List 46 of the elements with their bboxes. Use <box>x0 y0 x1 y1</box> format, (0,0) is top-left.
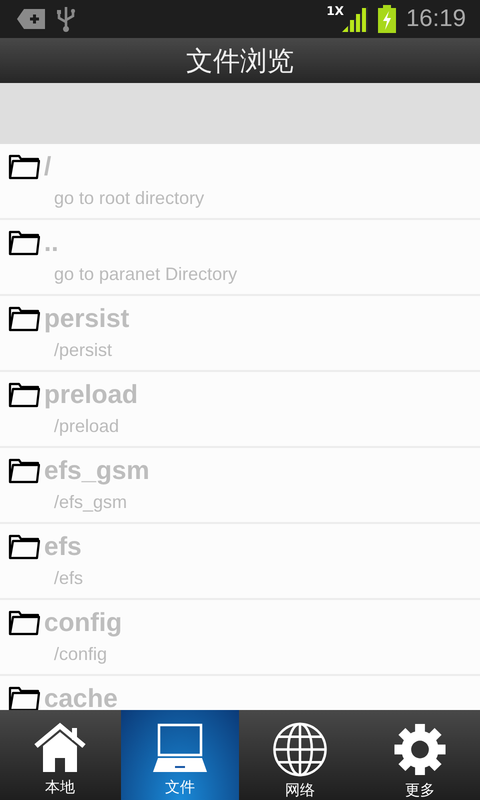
folder-icon <box>8 456 40 484</box>
folder-icon <box>8 228 40 256</box>
folder-path: go to root directory <box>54 188 204 209</box>
folder-row[interactable]: .. go to paranet Directory <box>0 220 480 296</box>
house-icon <box>32 722 88 774</box>
nav-tab[interactable]: 更多 <box>361 710 479 800</box>
folder-row[interactable]: / go to root directory <box>0 144 480 220</box>
usb-icon <box>56 5 76 33</box>
nav-tab[interactable]: 网络 <box>241 710 359 800</box>
folder-icon <box>8 684 40 710</box>
folder-row[interactable]: efs_gsm /efs_gsm <box>0 448 480 524</box>
folder-row[interactable]: persist /persist <box>0 296 480 372</box>
folder-path: /preload <box>54 416 120 437</box>
clock: 16:19 <box>406 5 466 33</box>
folder-path: /efs <box>54 568 84 589</box>
folder-name: / <box>44 150 52 182</box>
folder-name: persist <box>44 302 130 334</box>
folder-name: cache <box>44 682 118 710</box>
folder-path: /persist <box>54 340 112 361</box>
globe-icon <box>271 722 329 777</box>
folder-name: config <box>44 606 122 638</box>
folder-name: efs_gsm <box>44 454 150 486</box>
folder-icon <box>8 152 40 180</box>
folder-name: efs <box>44 530 82 562</box>
network-type: 1X <box>326 4 344 18</box>
folder-row[interactable]: preload /preload <box>0 372 480 448</box>
folder-icon <box>8 532 40 560</box>
battery-charging-icon <box>378 5 396 33</box>
folder-path: go to paranet Directory <box>54 264 238 285</box>
tag-plus-icon <box>16 7 46 31</box>
folder-row[interactable]: efs /efs <box>0 524 480 600</box>
folder-name: .. <box>44 226 58 258</box>
signal-icon <box>342 6 368 32</box>
folder-name: preload <box>44 378 138 410</box>
folder-path: /efs_gsm <box>54 492 128 513</box>
folder-row[interactable]: cache <box>0 676 480 710</box>
nav-tab[interactable]: 本地 <box>1 710 119 800</box>
laptop-icon <box>151 722 209 774</box>
folder-row[interactable]: config /config <box>0 600 480 676</box>
folder-icon <box>8 608 40 636</box>
gear-icon <box>392 722 448 777</box>
nav-tab[interactable]: 文件 <box>121 710 239 800</box>
screen-title: 文件浏览 <box>186 44 294 78</box>
folder-icon <box>8 304 40 332</box>
folder-icon <box>8 380 40 408</box>
folder-path: /config <box>54 644 108 665</box>
